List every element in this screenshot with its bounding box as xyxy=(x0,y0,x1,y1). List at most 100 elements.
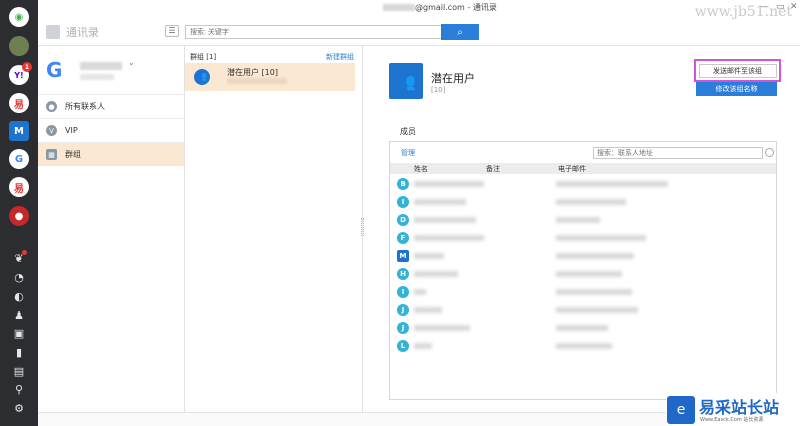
table-row[interactable]: J xyxy=(390,319,776,337)
email-redacted xyxy=(556,217,600,223)
table-row[interactable]: B xyxy=(390,175,776,193)
settings-icon[interactable]: ⚙ xyxy=(12,401,26,415)
nav-groups[interactable]: ▦ 群组 xyxy=(38,142,184,166)
group-subtitle-redacted xyxy=(227,78,287,84)
contact-avatar: J xyxy=(397,322,409,334)
contact-avatar: J xyxy=(397,304,409,316)
table-row[interactable]: M xyxy=(390,247,776,265)
table-row[interactable]: I xyxy=(390,193,776,211)
watermark-top: www.jb51.net xyxy=(694,4,792,20)
account-name-redacted[interactable] xyxy=(80,62,122,70)
app-rail: ◉ Y! 1 易 M G 易 ● ❦ ◔ ◐ ♟ ▣ ▮ ▤ ⚲ ⚙ xyxy=(0,0,38,426)
name-redacted xyxy=(414,307,442,313)
yahoo-glyph: Y! xyxy=(14,70,24,80)
contact-avatar: H xyxy=(397,268,409,280)
nav-vip[interactable]: V VIP xyxy=(38,118,184,142)
contact-avatar: I xyxy=(397,286,409,298)
group-large-avatar-icon: 👥 xyxy=(389,63,423,99)
chart-icon[interactable]: ▮ xyxy=(12,345,26,359)
person-icon: ● xyxy=(46,101,57,112)
clock-icon[interactable]: ◔ xyxy=(12,270,26,284)
group-item[interactable]: 👥 潜在用户 [10] xyxy=(185,63,355,91)
wechat-icon[interactable]: ❦ xyxy=(12,250,27,265)
email-redacted xyxy=(556,253,634,259)
contact-avatar: D xyxy=(397,214,409,226)
watermark-url: Www.Easck.Com 站长资源 xyxy=(700,417,764,423)
rename-group-button[interactable]: 修改该组名称 xyxy=(696,82,777,96)
files-icon[interactable]: ▤ xyxy=(12,364,26,378)
groups-header: 群组 [1] xyxy=(190,53,217,61)
table-row[interactable]: J xyxy=(390,301,776,319)
account-email-redacted xyxy=(80,74,114,80)
menu-button[interactable]: ☰ xyxy=(165,25,179,37)
name-redacted xyxy=(414,271,458,277)
group-icon: ▦ xyxy=(46,149,57,160)
search-input[interactable] xyxy=(185,25,479,39)
unread-badge: 1 xyxy=(22,62,32,72)
table-row[interactable]: F xyxy=(390,229,776,247)
netease-icon[interactable]: 易 xyxy=(9,93,29,113)
watermark-logo: e 易采站长站 Www.Easck.Com 站长资源 xyxy=(666,393,800,426)
email-redacted xyxy=(556,181,668,187)
table-row[interactable]: D xyxy=(390,211,776,229)
netease-icon-2[interactable]: 易 xyxy=(9,177,29,197)
members-table: 管理 姓名 备注 电子邮件 B I D F xyxy=(389,141,777,400)
account-panel: G ⌄ ● 所有联系人 V VIP ▦ 群组 xyxy=(38,46,185,412)
search-icon[interactable] xyxy=(765,148,774,157)
groups-panel: 群组 [1] 新建群组 👥 潜在用户 [10] xyxy=(185,46,363,412)
notes-icon[interactable]: ▣ xyxy=(12,326,26,340)
gmail-logo-icon: G xyxy=(46,58,63,82)
contact-avatar: L xyxy=(397,340,409,352)
group-detail: 👥 潜在用户 [10] 发送邮件至该组 修改该组名称 成员 管理 姓名 备注 电… xyxy=(364,46,800,412)
name-redacted xyxy=(414,325,470,331)
yahoo-icon[interactable]: Y! 1 xyxy=(9,62,32,85)
address-book-icon xyxy=(46,25,60,39)
group-avatar-icon: 👥 xyxy=(194,69,210,85)
email-redacted xyxy=(556,235,646,241)
qq-icon[interactable]: ♟ xyxy=(12,308,26,322)
table-row[interactable]: I xyxy=(390,283,776,301)
red-app-icon[interactable]: ● xyxy=(9,206,29,226)
email-redacted xyxy=(556,343,612,349)
contact-avatar: F xyxy=(397,232,409,244)
member-search-input[interactable] xyxy=(593,147,763,159)
nav-label: VIP xyxy=(65,126,78,135)
watermark-brand: 易采站长站 xyxy=(699,398,780,417)
contact-avatar: M xyxy=(397,250,409,262)
name-redacted xyxy=(414,289,426,295)
email-redacted xyxy=(556,307,638,313)
notification-dot xyxy=(22,250,27,255)
new-group-link[interactable]: 新建群组 xyxy=(326,52,354,62)
column-email: 电子邮件 xyxy=(558,165,586,173)
name-redacted xyxy=(414,181,484,187)
colorful-app-icon[interactable]: ◉ xyxy=(9,7,29,27)
app-title: 通讯录 xyxy=(46,24,99,40)
chevron-down-icon[interactable]: ⌄ xyxy=(128,58,135,67)
outlook-icon[interactable]: M xyxy=(9,121,29,141)
avatar-icon[interactable] xyxy=(9,36,29,56)
table-row[interactable]: L xyxy=(390,337,776,355)
compass-icon[interactable]: ◐ xyxy=(12,289,26,303)
google-icon[interactable]: G xyxy=(9,149,29,169)
window-title: @gmail.com - 通讯录 xyxy=(383,2,497,13)
column-name: 姓名 xyxy=(414,165,428,173)
contact-avatar: B xyxy=(397,178,409,190)
top-bar: @gmail.com - 通讯录 — ▭ ✕ www.jb51.net 通讯录 … xyxy=(38,0,800,46)
members-table-header: 姓名 备注 电子邮件 xyxy=(390,163,776,174)
table-row[interactable]: H xyxy=(390,265,776,283)
nav-all-contacts[interactable]: ● 所有联系人 xyxy=(38,94,184,118)
email-redacted xyxy=(556,271,622,277)
send-email-to-group-button[interactable]: 发送邮件至该组 xyxy=(698,63,777,78)
name-redacted xyxy=(414,253,444,259)
manage-link[interactable]: 管理 xyxy=(401,148,415,158)
email-redacted xyxy=(556,289,632,295)
nav-label: 所有联系人 xyxy=(65,102,105,111)
send-email-to-group-button-highlight[interactable]: 发送邮件至该组 xyxy=(694,59,781,82)
attachment-icon[interactable]: ⚲ xyxy=(12,382,26,396)
search-button[interactable]: ⌕ xyxy=(441,24,479,40)
email-redacted xyxy=(556,199,626,205)
vip-icon: V xyxy=(46,125,57,136)
window-title-text: @gmail.com - 通讯录 xyxy=(415,3,497,12)
name-redacted xyxy=(414,235,484,241)
group-name: 潜在用户 [10] xyxy=(227,68,278,77)
